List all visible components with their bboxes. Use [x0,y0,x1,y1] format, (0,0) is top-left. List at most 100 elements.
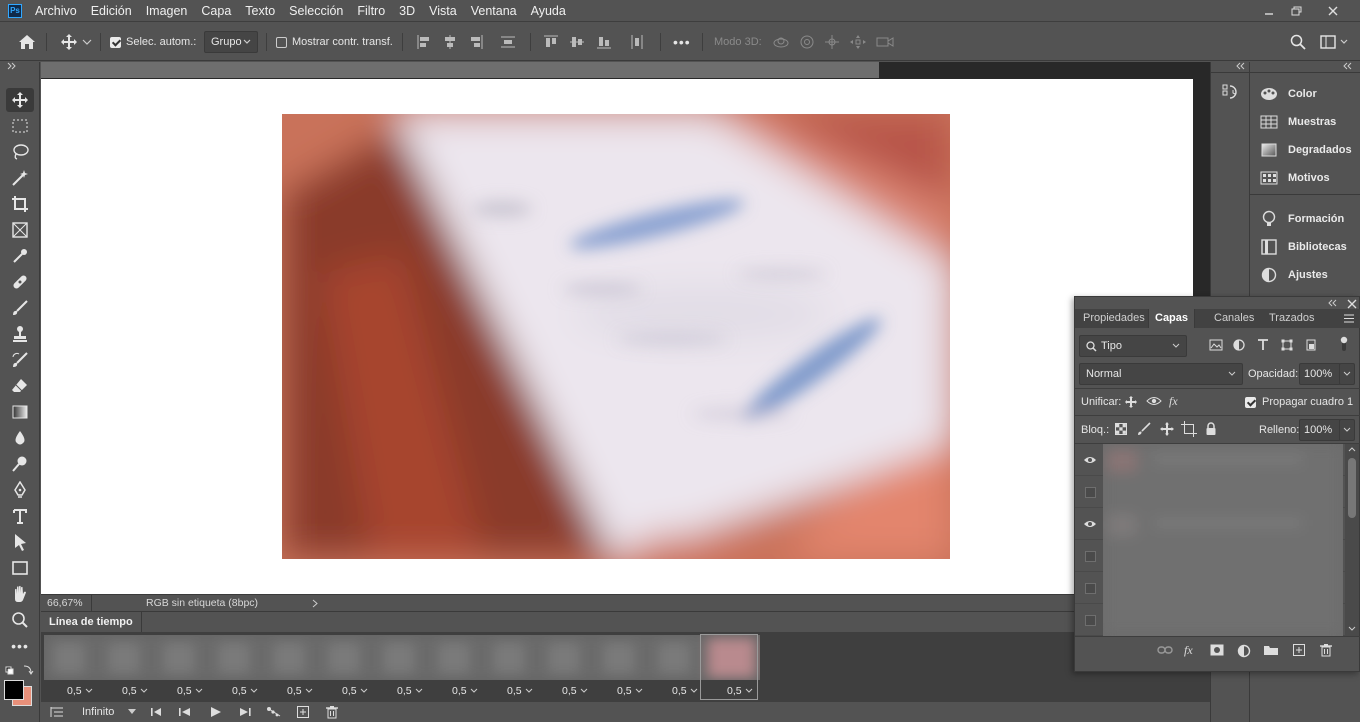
collapse-panel-icon[interactable] [1342,62,1354,70]
visibility-toggle[interactable] [1075,572,1105,604]
scroll-up-icon[interactable] [1348,446,1356,452]
frame-delay-4[interactable]: 0,5 [232,683,258,699]
brush-tool[interactable] [6,296,34,320]
dodge-tool[interactable] [6,452,34,476]
lasso-tool[interactable] [6,140,34,164]
lock-position-button[interactable] [1159,421,1175,437]
hand-tool[interactable] [6,582,34,606]
workspace-button[interactable] [1320,23,1348,61]
visibility-toggle[interactable] [1075,540,1105,572]
frame-tool[interactable] [6,218,34,242]
frame-delay-1[interactable]: 0,5 [67,683,93,699]
show-transform-toggle[interactable]: Mostrar contr. transf. [276,23,393,61]
menu-vista[interactable]: Vista [422,0,464,22]
tween-button[interactable] [266,706,282,718]
lock-pixels-button[interactable] [1137,422,1151,436]
collapse-dock-icon[interactable] [1235,62,1247,70]
align-bottom-button[interactable] [596,23,612,61]
lock-all-button[interactable] [1205,422,1217,436]
new-layer-button[interactable] [1292,643,1306,657]
first-frame-button[interactable] [150,707,162,717]
layer-filter-dropdown[interactable]: Tipo [1079,335,1187,357]
gradients-panel-button[interactable]: Degradados [1260,140,1352,160]
auto-select-toggle[interactable]: Selec. autom.: [110,23,196,61]
blur-tool[interactable] [6,426,34,450]
frame-delay-6[interactable]: 0,5 [342,683,368,699]
adjustments-panel-button[interactable]: Ajustes [1260,265,1328,285]
restore-button[interactable] [1282,0,1312,22]
duplicate-frame-button[interactable] [296,705,310,719]
eyedropper-tool[interactable] [6,244,34,268]
propagate-checkbox[interactable] [1245,396,1256,408]
frame-delay-8[interactable]: 0,5 [452,683,478,699]
layers-scrollbar[interactable] [1345,444,1359,636]
frame-delay-7[interactable]: 0,5 [397,683,423,699]
gradient-tool[interactable] [6,400,34,424]
visibility-toggle[interactable] [1075,604,1105,636]
quick-selection-tool[interactable] [6,166,34,190]
frame-delay-2[interactable]: 0,5 [122,683,148,699]
menu-ventana[interactable]: Ventana [464,0,524,22]
filter-adjustment-button[interactable] [1233,339,1245,351]
next-frame-button[interactable] [238,707,252,717]
filter-shape-button[interactable] [1281,339,1293,351]
align-right-button[interactable] [468,23,484,61]
tab-capas[interactable]: Capas [1148,309,1196,328]
pan-3d-button[interactable] [823,23,841,61]
blurred-document-photo[interactable] [282,114,950,559]
color-panel-button[interactable]: Color [1260,84,1317,104]
visibility-toggle[interactable] [1075,508,1105,540]
fill-dropdown[interactable] [1339,419,1355,441]
link-layers-button[interactable] [1157,645,1173,655]
filter-smartobject-button[interactable] [1305,339,1317,351]
frame-delay-10[interactable]: 0,5 [562,683,588,699]
align-hcenter-button[interactable] [442,23,458,61]
menu-filtro[interactable]: Filtro [350,0,392,22]
frame-delay-3[interactable]: 0,5 [177,683,203,699]
marquee-tool[interactable] [6,114,34,138]
menu-texto[interactable]: Texto [238,0,282,22]
menu-capa[interactable]: Capa [194,0,238,22]
frame-delay-5[interactable]: 0,5 [287,683,313,699]
previous-frame-button[interactable] [178,707,192,717]
learn-panel-button[interactable]: Formación [1260,209,1344,229]
collapse-toolbar-icon[interactable] [6,62,18,70]
rectangle-tool[interactable] [6,556,34,580]
eraser-tool[interactable] [6,374,34,398]
panel-menu-icon[interactable] [1343,314,1355,323]
distribute-vertical-button[interactable] [500,23,516,61]
roll-3d-button[interactable] [798,23,816,61]
filter-pixel-button[interactable] [1209,339,1223,351]
zoom-level[interactable]: 66,67% [47,597,83,609]
delete-layer-button[interactable] [1319,643,1333,657]
foreground-color-swatch[interactable] [4,680,24,700]
add-layer-style-button[interactable]: fx [1183,642,1199,658]
auto-select-checkbox[interactable] [110,36,121,48]
new-adjustment-layer-button[interactable] [1237,644,1251,658]
scrollbar-thumb[interactable] [1348,458,1356,518]
menu-edicion[interactable]: Edición [84,0,139,22]
collapse-panel-icon[interactable] [1327,299,1339,307]
play-button[interactable] [210,707,222,717]
type-tool[interactable] [6,504,34,528]
new-group-button[interactable] [1263,644,1279,656]
search-button[interactable] [1290,23,1306,61]
distribute-horizontal-button[interactable] [629,23,645,61]
move-tool[interactable] [6,88,34,112]
frame-delay-9[interactable]: 0,5 [507,683,533,699]
fill-input[interactable]: 100% [1299,419,1341,441]
home-button[interactable] [18,23,36,61]
frame-delay-12[interactable]: 0,5 [672,683,698,699]
tab-propiedades[interactable]: Propiedades [1077,309,1151,328]
tab-canales[interactable]: Canales [1208,309,1260,328]
frame-delay-11[interactable]: 0,5 [617,683,643,699]
history-panel-button[interactable] [1221,83,1239,101]
align-top-button[interactable] [543,23,559,61]
move-tool-preset[interactable] [60,23,92,61]
edit-toolbar-button[interactable]: ••• [6,634,34,658]
visibility-toggle[interactable] [1075,476,1105,508]
slide-3d-button[interactable] [849,23,867,61]
visibility-toggle[interactable] [1075,444,1105,476]
menu-ayuda[interactable]: Ayuda [524,0,573,22]
timeline-menu-button[interactable] [50,706,64,718]
